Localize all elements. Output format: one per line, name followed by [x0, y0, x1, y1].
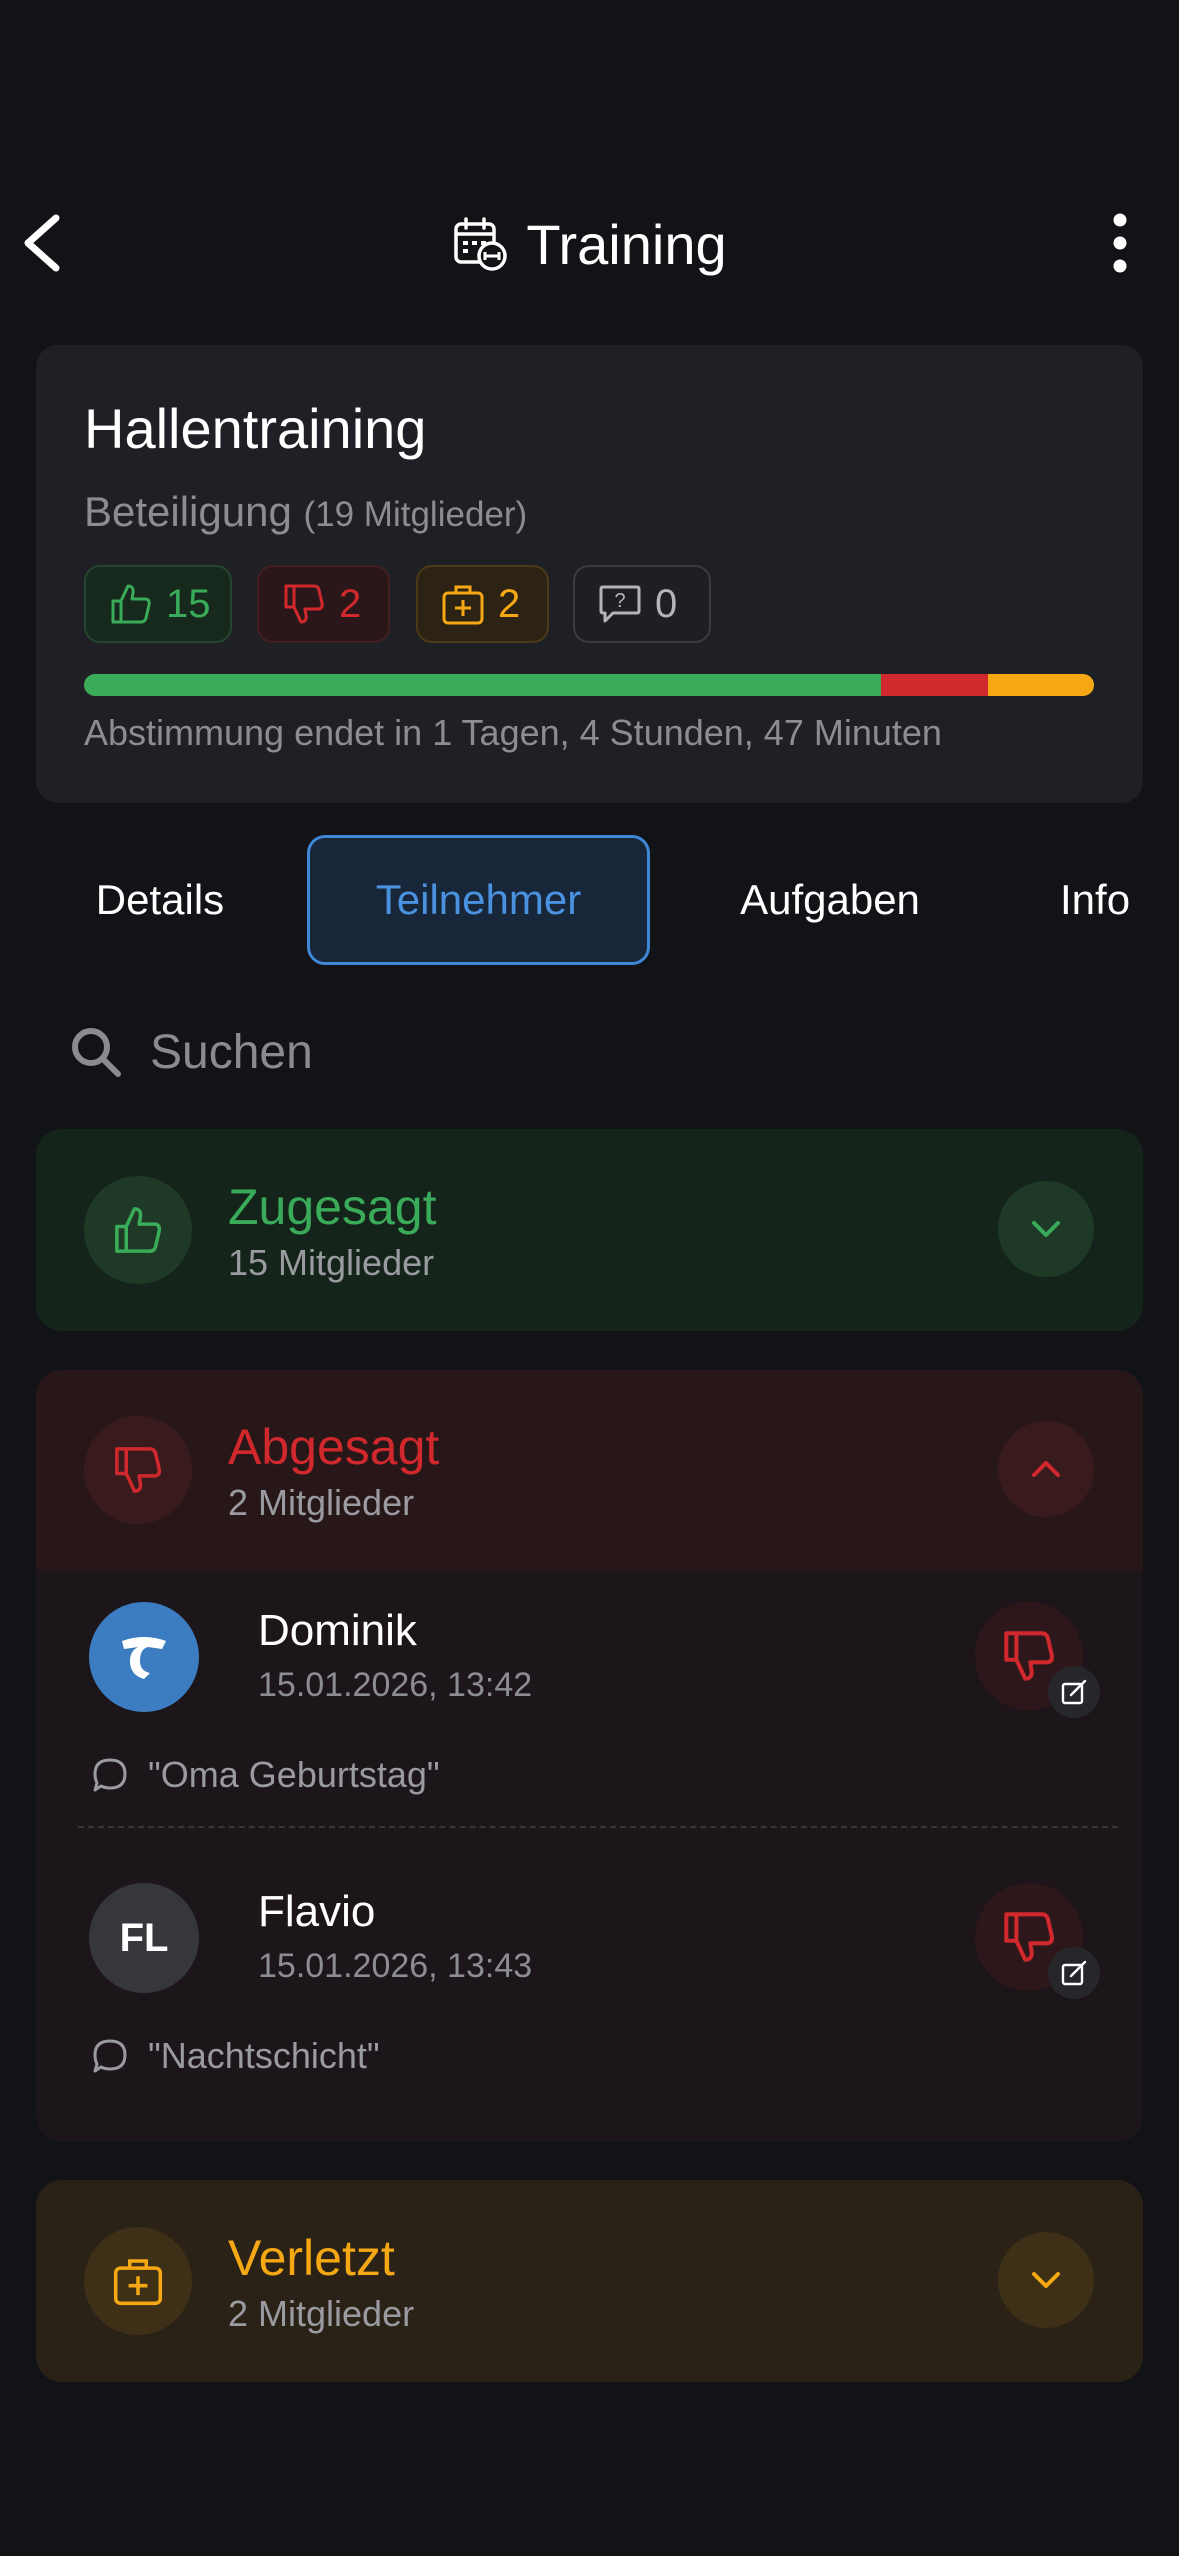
participation-label: Beteiligung (19 Mitglieder) [84, 488, 527, 536]
member-response-time: 15.01.2026, 13:43 [258, 1947, 533, 1985]
group-declined-count: 2 Mitglieder [228, 1482, 415, 1523]
group-injured-expand-button[interactable] [998, 2232, 1094, 2328]
group-injured[interactable] [36, 2180, 1143, 2382]
tab-info[interactable]: Info [1040, 835, 1179, 965]
group-accepted-icon-wrap [84, 1176, 192, 1284]
group-declined-header[interactable] [36, 1370, 1143, 1570]
thumbs-down-icon [1004, 1912, 1054, 1962]
tab-tasks[interactable]: Aufgaben [700, 835, 960, 965]
search-input[interactable] [150, 1010, 1050, 1094]
question-bubble-icon: ? [599, 585, 641, 623]
chip-injured-count: 2 [498, 581, 521, 626]
chip-unanswered[interactable]: ? 0 [573, 565, 711, 643]
comment-icon [93, 1758, 127, 1792]
member-comment-text: "Nachtschicht" [148, 2035, 380, 2076]
avatar: FL [89, 1883, 199, 1993]
comment-icon [93, 2039, 127, 2073]
member-comment: "Nachtschicht" [90, 2035, 380, 2077]
page-title: Training [526, 212, 727, 276]
edit-icon [1061, 1679, 1087, 1705]
member-name: Dominik [258, 1606, 417, 1655]
thumbs-down-icon [1004, 1631, 1054, 1681]
thumbs-down-icon [284, 584, 324, 624]
group-accepted-title: Zugesagt [228, 1179, 437, 1235]
progress-injured [987, 674, 1094, 696]
member-comment-text: "Oma Geburtstag" [148, 1754, 440, 1795]
member-edit-button[interactable] [1048, 1666, 1100, 1718]
member-comment: "Oma Geburtstag" [90, 1754, 440, 1796]
tab-details[interactable]: Details [40, 835, 280, 965]
group-injured-icon-wrap [84, 2227, 192, 2335]
avatar [89, 1602, 199, 1712]
tab-participants[interactable]: Teilnehmer [307, 835, 650, 965]
member-edit-button[interactable] [1048, 1947, 1100, 1999]
group-accepted-count: 15 Mitglieder [228, 1242, 435, 1283]
header: Training [0, 208, 1179, 280]
more-vertical-icon [1113, 213, 1127, 273]
more-options-button[interactable] [1100, 208, 1140, 278]
member-name: Flavio [258, 1887, 376, 1936]
thumbs-down-icon [115, 1447, 162, 1493]
group-accepted-expand-button[interactable] [998, 1181, 1094, 1277]
chevron-up-icon [1032, 1461, 1060, 1477]
participation-progress-bar [84, 674, 1094, 696]
group-declined-icon-wrap [84, 1416, 192, 1524]
chevron-down-icon [1032, 2272, 1060, 2288]
thumbs-up-icon [115, 1207, 162, 1253]
search-icon [72, 1028, 121, 1077]
medical-kit-icon [113, 2259, 163, 2306]
medical-kit-icon [442, 585, 484, 625]
participation-text: Beteiligung [84, 488, 292, 535]
team-logo-icon [122, 1637, 166, 1679]
calendar-training-icon [454, 217, 508, 271]
member-divider [78, 1826, 1118, 1828]
thumbs-up-icon [111, 584, 151, 624]
group-declined-collapse-button[interactable] [998, 1421, 1094, 1517]
group-accepted[interactable] [36, 1129, 1143, 1331]
chip-accepted[interactable]: 15 [84, 565, 232, 643]
group-injured-title: Verletzt [228, 2230, 395, 2286]
chip-unanswered-count: 0 [655, 581, 678, 626]
progress-accepted [84, 674, 882, 696]
group-injured-count: 2 Mitglieder [228, 2293, 415, 2334]
chip-injured[interactable]: 2 [416, 565, 549, 643]
voting-deadline: Abstimmung endet in 1 Tagen, 4 Stunden, … [84, 712, 942, 753]
member-response-time: 15.01.2026, 13:42 [258, 1666, 533, 1704]
group-declined-title: Abgesagt [228, 1419, 440, 1475]
chip-declined-count: 2 [339, 581, 362, 626]
chevron-down-icon [1032, 1221, 1060, 1237]
participation-count: (19 Mitglieder) [303, 495, 528, 534]
chip-accepted-count: 15 [166, 581, 211, 626]
progress-declined [881, 674, 988, 696]
chip-declined[interactable]: 2 [257, 565, 390, 643]
svg-text:?: ? [614, 590, 625, 612]
event-title: Hallentraining [84, 397, 427, 460]
edit-icon [1061, 1960, 1087, 1986]
